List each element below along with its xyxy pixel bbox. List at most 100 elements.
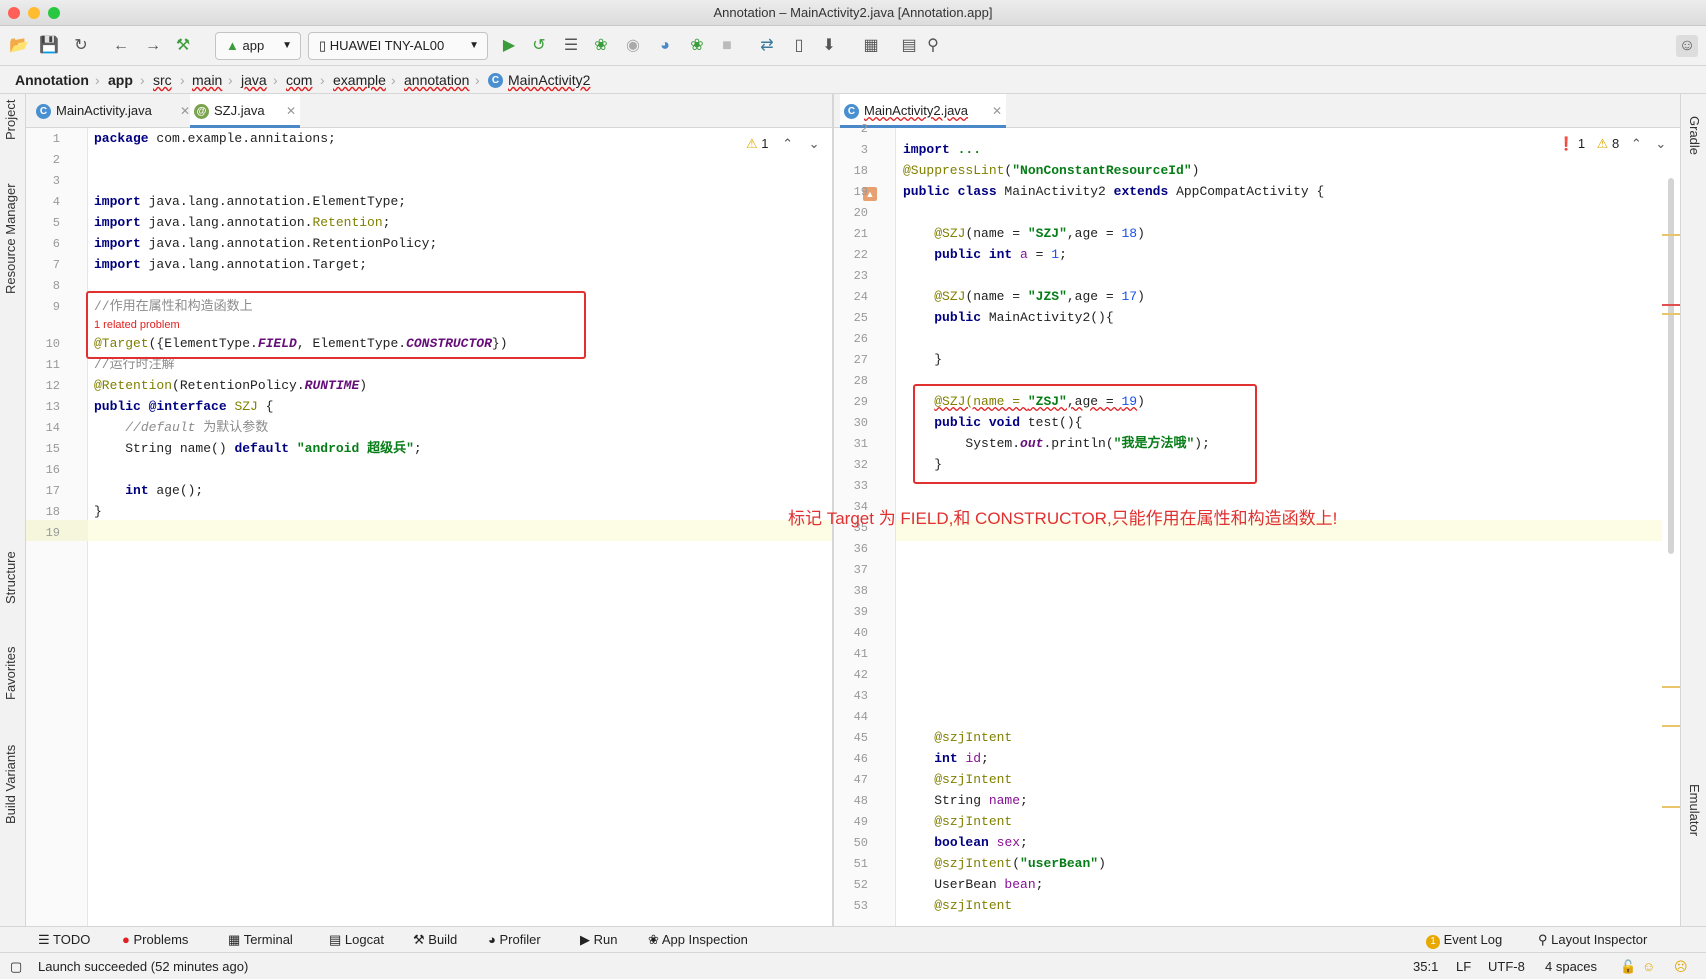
resource-manager-tool-button[interactable]: Resource Manager bbox=[3, 183, 18, 294]
code-line[interactable]: @szjIntent("userBean") bbox=[903, 853, 1106, 874]
code-line[interactable]: boolean sex; bbox=[903, 832, 1028, 853]
smile-icon[interactable]: ☺ bbox=[1642, 953, 1655, 980]
code-line[interactable]: import java.lang.annotation.Retention; bbox=[94, 212, 390, 233]
caret-position[interactable]: 35:1 bbox=[1413, 953, 1438, 980]
breadcrumb-item[interactable]: main bbox=[192, 66, 222, 94]
breadcrumb-item[interactable]: example bbox=[333, 66, 386, 94]
coverage-icon[interactable]: ☰ bbox=[560, 35, 582, 57]
code-line[interactable]: int age(); bbox=[94, 480, 203, 501]
code-line[interactable]: } bbox=[903, 349, 942, 370]
debug-icon[interactable]: ❀ bbox=[590, 35, 612, 57]
code-line[interactable]: } bbox=[94, 501, 102, 522]
attach-debugger-icon[interactable]: ❀ bbox=[686, 35, 708, 57]
code-line[interactable]: @szjIntent bbox=[903, 811, 1012, 832]
breadcrumb-item[interactable]: java bbox=[241, 66, 267, 94]
forward-icon[interactable]: → bbox=[142, 35, 164, 57]
close-window-button[interactable] bbox=[8, 7, 20, 19]
sync-icon[interactable]: ↻ bbox=[70, 35, 92, 57]
code-line[interactable]: import java.lang.annotation.ElementType; bbox=[94, 191, 406, 212]
tab-mainactivity[interactable]: C MainActivity.java ✕ bbox=[32, 94, 192, 128]
device-select[interactable]: ▯ HUAWEI TNY-AL00 ▼ bbox=[308, 32, 488, 60]
code-line[interactable]: String name; bbox=[903, 790, 1028, 811]
back-icon[interactable]: ← bbox=[110, 35, 132, 57]
todo-tool-button[interactable]: ☰ TODO bbox=[38, 927, 90, 953]
code-line[interactable]: UserBean bean; bbox=[903, 874, 1043, 895]
code-line[interactable]: public int a = 1; bbox=[903, 244, 1067, 265]
search-icon[interactable]: ⚲ bbox=[922, 35, 944, 57]
apply-changes-icon[interactable]: ↺ bbox=[528, 35, 550, 57]
chevron-up-icon[interactable]: ⌃ bbox=[782, 136, 793, 151]
save-icon[interactable]: 💾 bbox=[38, 35, 60, 57]
breadcrumb-item[interactable]: Annotation bbox=[15, 66, 89, 94]
warning-marker[interactable] bbox=[1662, 806, 1680, 808]
close-icon[interactable]: ✕ bbox=[992, 94, 1002, 128]
code-line[interactable]: @szjIntent bbox=[903, 895, 1012, 916]
warning-marker[interactable] bbox=[1662, 234, 1680, 236]
terminal-tool-button[interactable]: ▦ Terminal bbox=[228, 927, 293, 953]
avatar[interactable]: ☺ bbox=[1676, 35, 1698, 57]
code-line[interactable]: import java.lang.annotation.RetentionPol… bbox=[94, 233, 437, 254]
code-line[interactable]: @szjIntent bbox=[903, 769, 1012, 790]
status-window-icon[interactable]: ▢ bbox=[10, 953, 22, 980]
code-line[interactable]: //default 为默认参数 bbox=[94, 417, 268, 438]
inspection-indicator[interactable]: ❗ 1 ⚠ 8 ⌃ ⌄ bbox=[1558, 136, 1666, 152]
code-line[interactable]: int id; bbox=[903, 748, 989, 769]
code-line[interactable]: @SuppressLint("NonConstantResourceId") bbox=[903, 160, 1199, 181]
layout-icon[interactable]: ▤ bbox=[898, 35, 920, 57]
attach-icon[interactable]: ◉ bbox=[622, 35, 644, 57]
event-log-tool-button[interactable]: 1 Event Log bbox=[1426, 927, 1502, 953]
gradle-tool-button[interactable]: Gradle bbox=[1687, 116, 1702, 155]
problems-tool-button[interactable]: ● Problems bbox=[122, 927, 188, 953]
status-message[interactable]: Launch succeeded (52 minutes ago) bbox=[38, 953, 248, 980]
chevron-down-icon[interactable]: ⌄ bbox=[809, 136, 820, 151]
build-tool-button[interactable]: ⚒ Build bbox=[413, 927, 457, 953]
run-config-select[interactable]: ▲ app ▼ bbox=[215, 32, 301, 60]
breadcrumb-item[interactable]: annotation bbox=[404, 66, 469, 94]
close-icon[interactable]: ✕ bbox=[180, 94, 190, 128]
chevron-up-icon[interactable]: ⌃ bbox=[1631, 136, 1642, 151]
code-line[interactable]: @Retention(RetentionPolicy.RUNTIME) bbox=[94, 375, 367, 396]
close-icon[interactable]: ✕ bbox=[286, 94, 296, 128]
code-line[interactable]: public MainActivity2(){ bbox=[903, 307, 1113, 328]
build-variants-tool-button[interactable]: Build Variants bbox=[3, 745, 18, 824]
lock-icon[interactable]: 🔓 bbox=[1620, 953, 1636, 980]
app-inspection-tool-button[interactable]: ❀ App Inspection bbox=[648, 927, 748, 953]
tab-szj[interactable]: @ SZJ.java ✕ bbox=[190, 94, 300, 128]
code-line[interactable]: public @interface SZJ { bbox=[94, 396, 273, 417]
breadcrumb-item[interactable]: MainActivity2 bbox=[508, 66, 590, 94]
breadcrumb-item[interactable]: app bbox=[108, 66, 133, 94]
indent-setting[interactable]: 4 spaces bbox=[1545, 953, 1597, 980]
run-icon[interactable]: ▶ bbox=[498, 35, 520, 57]
file-encoding[interactable]: UTF-8 bbox=[1488, 953, 1525, 980]
breadcrumb-item[interactable]: src bbox=[153, 66, 172, 94]
stop-icon[interactable]: ■ bbox=[716, 35, 738, 57]
code-line[interactable]: package com.example.annitaions; bbox=[94, 128, 336, 149]
error-marker[interactable] bbox=[1662, 304, 1680, 306]
emulator-tool-button[interactable]: Emulator bbox=[1687, 784, 1702, 836]
breadcrumb-item[interactable]: com bbox=[286, 66, 312, 94]
structure-tool-button[interactable]: Structure bbox=[3, 551, 18, 604]
code-line[interactable]: public class MainActivity2 extends AppCo… bbox=[903, 181, 1324, 202]
build-hammer-icon[interactable]: ⚒ bbox=[172, 35, 194, 57]
chevron-down-icon[interactable]: ⌄ bbox=[1655, 136, 1666, 151]
code-line[interactable]: @szjIntent bbox=[903, 727, 1012, 748]
code-line[interactable]: @SZJ(name = "SZJ",age = 18) bbox=[903, 223, 1145, 244]
project-structure-icon[interactable]: ▦ bbox=[860, 35, 882, 57]
maximize-window-button[interactable] bbox=[48, 7, 60, 19]
favorites-tool-button[interactable]: Favorites bbox=[3, 647, 18, 700]
line-separator[interactable]: LF bbox=[1456, 953, 1471, 980]
frown-icon[interactable]: ☹ bbox=[1674, 953, 1688, 980]
code-line[interactable]: @SZJ(name = "JZS",age = 17) bbox=[903, 286, 1145, 307]
open-icon[interactable]: 📂 bbox=[8, 35, 30, 57]
layout-inspector-tool-button[interactable]: ⚲ Layout Inspector bbox=[1538, 927, 1647, 953]
warning-marker[interactable] bbox=[1662, 313, 1680, 315]
sync-gradle-icon[interactable]: ⇄ bbox=[756, 35, 778, 57]
project-tool-button[interactable]: Project bbox=[3, 100, 18, 140]
code-line[interactable]: import ... bbox=[903, 139, 981, 160]
warning-marker[interactable] bbox=[1662, 725, 1680, 727]
code-line[interactable]: String name() default "android 超级兵"; bbox=[94, 438, 421, 459]
profile-icon[interactable]: ◕ bbox=[654, 35, 676, 57]
profiler-tool-button[interactable]: ◕ Profiler bbox=[488, 927, 541, 953]
sdk-manager-icon[interactable]: ⬇ bbox=[818, 35, 840, 57]
avd-manager-icon[interactable]: ▯ bbox=[788, 35, 810, 57]
